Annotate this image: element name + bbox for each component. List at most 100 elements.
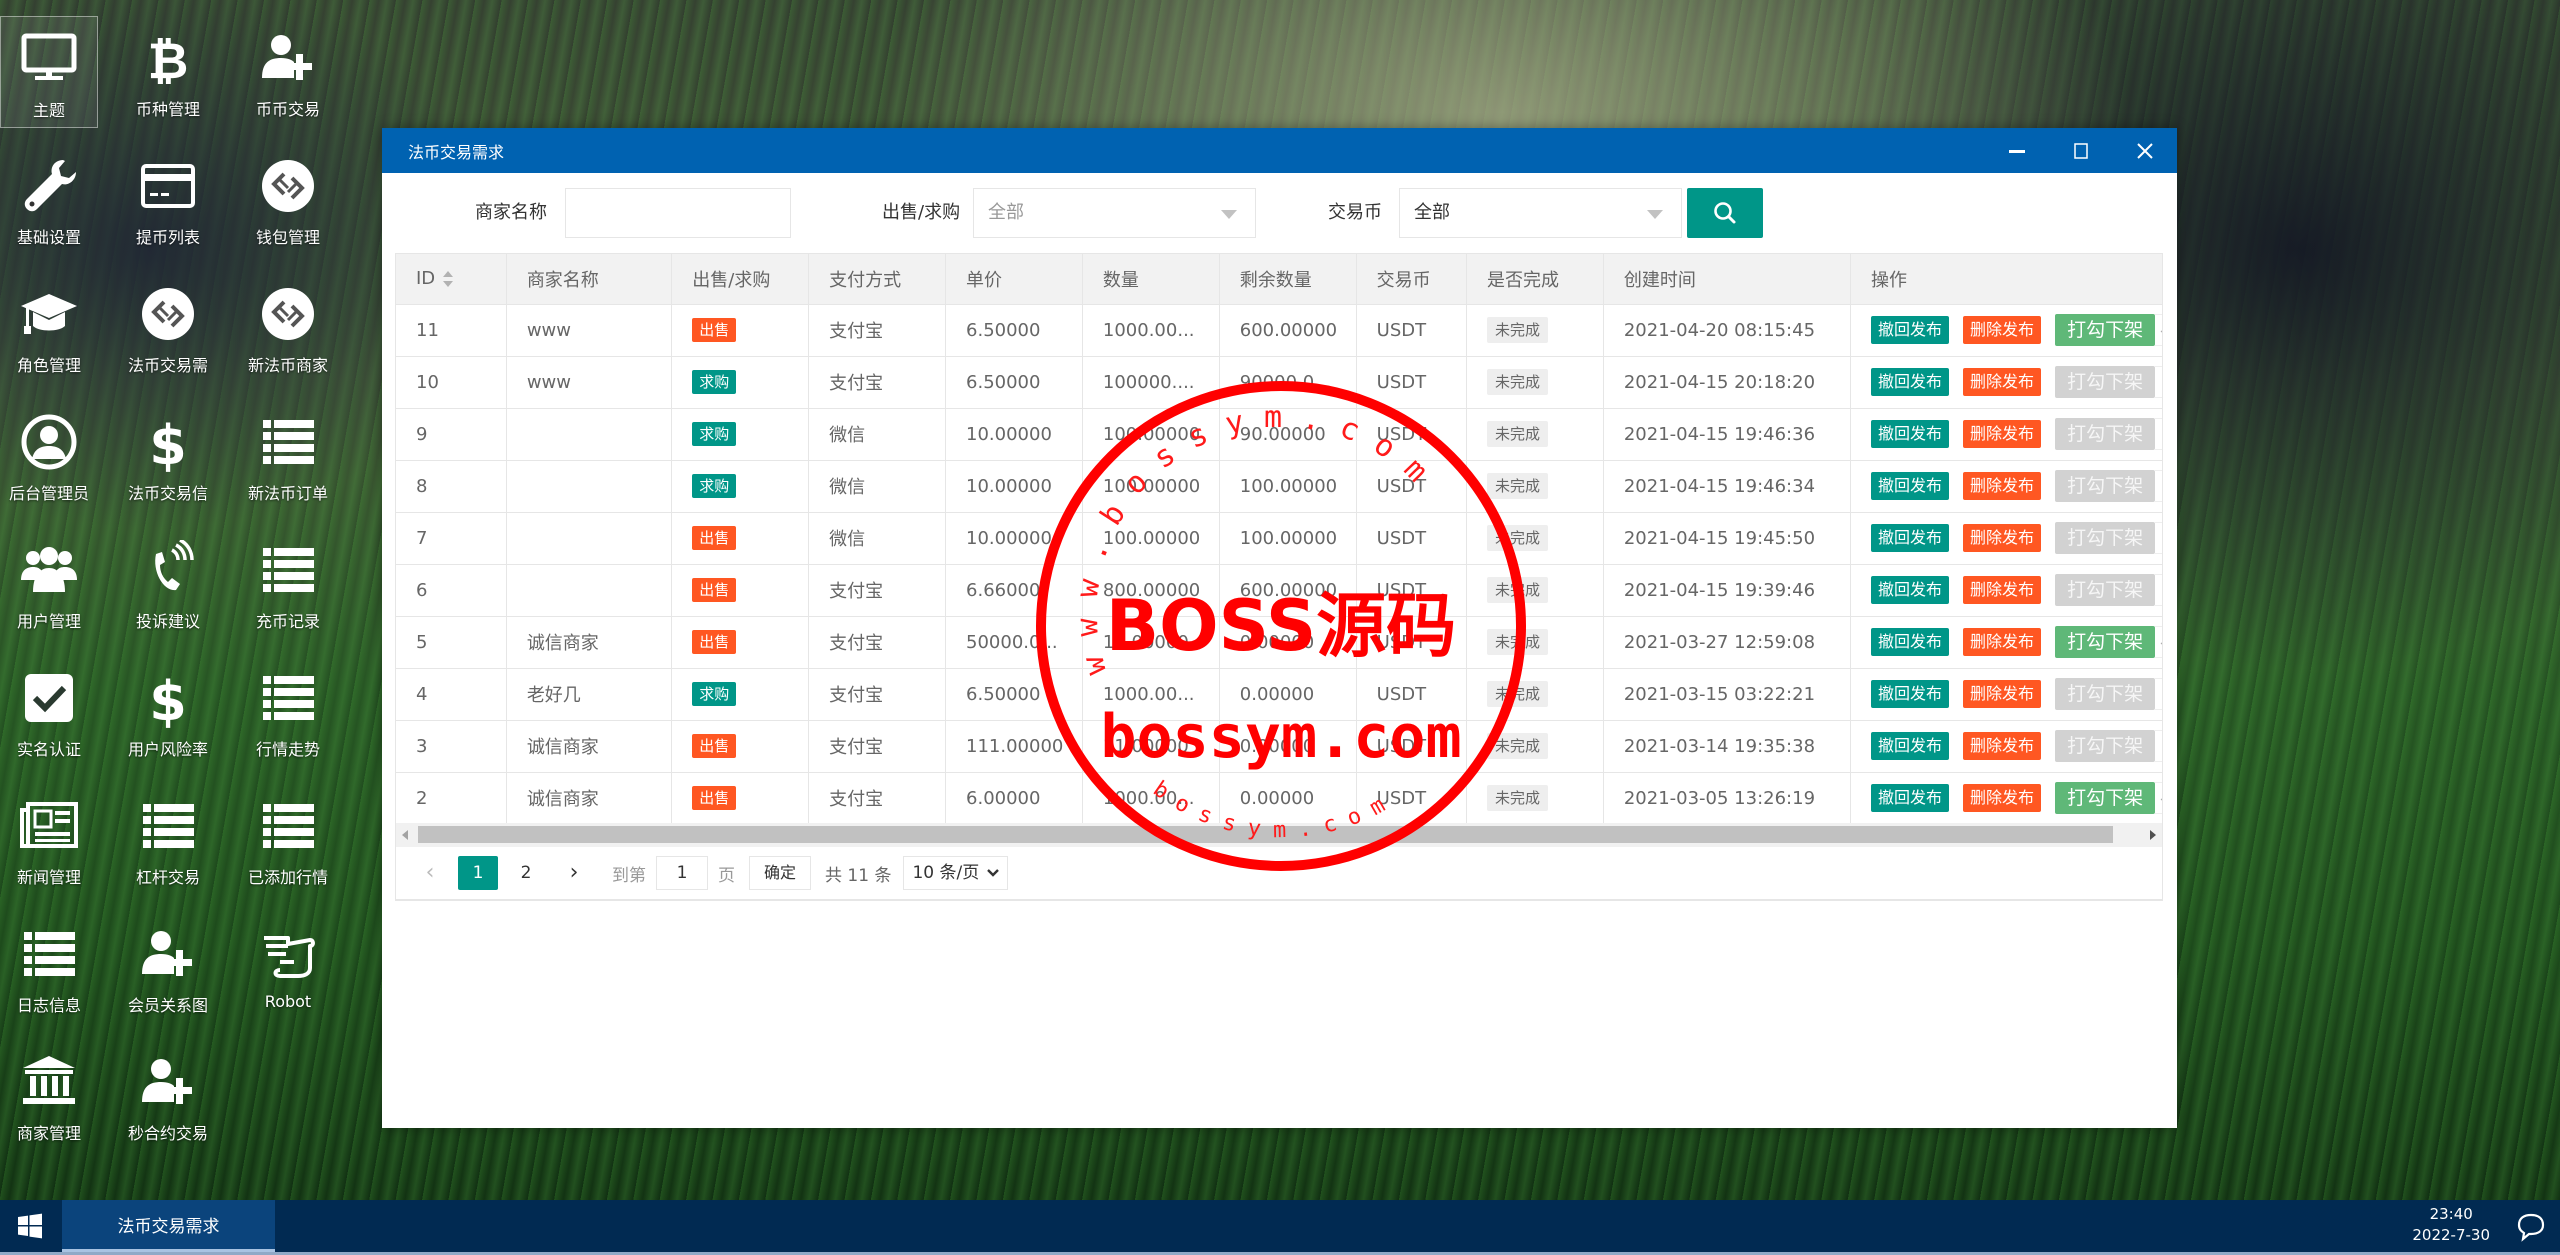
- desktop-icon-8[interactable]: 法币交易需: [119, 272, 217, 384]
- notification-icon[interactable]: [2514, 1210, 2548, 1244]
- desktop-icon-16[interactable]: 实名认证: [0, 656, 98, 768]
- desktop-icon-21[interactable]: 已添加行情: [239, 784, 337, 896]
- scroll-right-icon[interactable]: [2150, 830, 2156, 840]
- maximize-button[interactable]: [2049, 128, 2113, 173]
- withdraw-publish-button[interactable]: 撤回发布: [1871, 732, 1950, 760]
- withdraw-publish-button[interactable]: 撤回发布: [1871, 628, 1950, 656]
- desktop-icon-2[interactable]: ₿ 币种管理: [119, 16, 217, 128]
- desktop-icon-22[interactable]: 日志信息: [0, 912, 98, 1024]
- bank-icon: [17, 1050, 81, 1114]
- system-clock[interactable]: 23:40 2022-7-30: [2412, 1204, 2490, 1246]
- created-time: 2021-03-14 19:35:38: [1623, 735, 1816, 757]
- goto-page-input[interactable]: 1: [656, 856, 708, 890]
- window-titlebar[interactable]: 法币交易需求: [382, 128, 2177, 173]
- search-button[interactable]: [1687, 188, 1763, 238]
- table-row[interactable]: 10 www 求购 支付宝 6.50000 100000.... 90000.0... USD…: [396, 356, 2162, 409]
- delete-publish-button[interactable]: 删除发布: [1963, 680, 2042, 708]
- desktop-icon-3[interactable]: 币币交易: [239, 16, 337, 128]
- chevron-down-icon[interactable]: [2155, 418, 2162, 450]
- sort-icon[interactable]: [443, 271, 454, 288]
- taskbar-item-fiat-trade-demand[interactable]: 法币交易需求: [62, 1200, 275, 1252]
- prev-page-button[interactable]: ‹: [410, 856, 450, 890]
- delete-publish-button[interactable]: 删除发布: [1963, 628, 2042, 656]
- page-2-button[interactable]: 2: [506, 856, 546, 890]
- desktop-icon-23[interactable]: 会员关系图: [119, 912, 217, 1024]
- delete-publish-button[interactable]: 删除发布: [1963, 316, 2042, 344]
- payment-method: 支付宝: [829, 633, 884, 654]
- minimize-button[interactable]: [1985, 128, 2049, 173]
- chevron-down-icon[interactable]: [2155, 730, 2162, 762]
- chevron-down-icon[interactable]: [2155, 366, 2162, 398]
- chevron-down-icon[interactable]: ⌄: [2155, 626, 2162, 658]
- column-header[interactable]: ID: [396, 254, 507, 305]
- table-row[interactable]: 5 诚信商家 出售 支付宝 50000.0... 18.00000 0.00000 USDT 未…: [396, 616, 2162, 669]
- page-1-button[interactable]: 1: [458, 856, 498, 890]
- withdraw-publish-button[interactable]: 撤回发布: [1871, 576, 1950, 604]
- delete-publish-button[interactable]: 删除发布: [1963, 784, 2042, 812]
- table-row[interactable]: 2 诚信商家 出售 支付宝 6.00000 1000.00... 0.00000 USDT 未完…: [396, 772, 2162, 825]
- start-button[interactable]: [0, 1200, 60, 1252]
- withdraw-publish-button[interactable]: 撤回发布: [1871, 784, 1950, 812]
- delete-publish-button[interactable]: 删除发布: [1963, 524, 2042, 552]
- desktop-icon-10[interactable]: 后台管理员: [0, 400, 98, 512]
- withdraw-publish-button[interactable]: 撤回发布: [1871, 524, 1950, 552]
- delete-publish-button[interactable]: 删除发布: [1963, 420, 2042, 448]
- desktop-icon-11[interactable]: $ 法币交易信: [119, 400, 217, 512]
- next-page-button[interactable]: ›: [554, 856, 594, 890]
- desktop-icon-26[interactable]: 秒合约交易: [119, 1040, 217, 1152]
- delete-publish-button[interactable]: 删除发布: [1963, 732, 2042, 760]
- desktop-icon-7[interactable]: 角色管理: [0, 272, 98, 384]
- desktop-icon-18[interactable]: 行情走势: [239, 656, 337, 768]
- delist-button[interactable]: 打勾下架: [2055, 314, 2156, 346]
- desktop-icon-12[interactable]: 新法币订单: [239, 400, 337, 512]
- scrollbar-thumb[interactable]: [418, 826, 2113, 843]
- delist-button[interactable]: 打勾下架: [2055, 626, 2156, 658]
- desktop-icon-15[interactable]: 充币记录: [239, 528, 337, 640]
- scroll-left-icon[interactable]: [402, 830, 408, 840]
- chevron-down-icon[interactable]: ⌄: [2155, 782, 2162, 814]
- delete-publish-button[interactable]: 删除发布: [1963, 472, 2042, 500]
- desktop-icon-1[interactable]: 主题: [0, 16, 98, 128]
- withdraw-publish-button[interactable]: 撤回发布: [1871, 368, 1950, 396]
- chevron-down-icon[interactable]: ⌄: [2155, 314, 2162, 346]
- desktop-icon-13[interactable]: 用户管理: [0, 528, 98, 640]
- table-row[interactable]: 6 出售 支付宝 6.66000 800.00000 600.00000 USDT 未完成 20…: [396, 564, 2162, 617]
- close-button[interactable]: [2113, 128, 2177, 173]
- withdraw-publish-button[interactable]: 撤回发布: [1871, 420, 1950, 448]
- table-row[interactable]: 7 出售 微信 10.00000 100.00000 100.00000 USDT 未完成 20…: [396, 512, 2162, 565]
- goto-confirm-button[interactable]: 确定: [749, 856, 812, 890]
- desktop-icon-17[interactable]: $ 用户风险率: [119, 656, 217, 768]
- desktop-icon-19[interactable]: 新闻管理: [0, 784, 98, 896]
- trade-type-select[interactable]: 全部: [973, 188, 1256, 238]
- desktop-icon-14[interactable]: 投诉建议: [119, 528, 217, 640]
- desktop-icon-9[interactable]: 新法币商家: [239, 272, 337, 384]
- delist-button[interactable]: 打勾下架: [2055, 782, 2156, 814]
- page-size-select[interactable]: 10 条/页: [903, 856, 1009, 890]
- horizontal-scrollbar[interactable]: [395, 823, 2163, 847]
- table-row[interactable]: 4 老好几 求购 支付宝 6.50000 1000.00... 0.00000 USDT 未完成…: [396, 668, 2162, 721]
- desktop-icon-24[interactable]: Robot: [239, 912, 337, 1024]
- desktop-icon-25[interactable]: 商家管理: [0, 1040, 98, 1152]
- table-row[interactable]: 8 求购 微信 10.00000 100.00000 100.00000 USDT 未完成 20…: [396, 460, 2162, 513]
- merchant-name: www: [526, 319, 571, 341]
- desktop-icon-6[interactable]: 钱包管理: [239, 144, 337, 256]
- desktop-icon-4[interactable]: 基础设置: [0, 144, 98, 256]
- trade-coin-select[interactable]: 全部: [1399, 188, 1682, 238]
- delete-publish-button[interactable]: 删除发布: [1963, 576, 2042, 604]
- withdraw-publish-button[interactable]: 撤回发布: [1871, 680, 1950, 708]
- desktop-icon-5[interactable]: 提币列表: [119, 144, 217, 256]
- table-row[interactable]: 11 www 出售 支付宝 6.50000 1000.00... 600.00000 USDT…: [396, 304, 2162, 357]
- delete-publish-button[interactable]: 删除发布: [1963, 368, 2042, 396]
- data-table: ID 商家名称 出售/求购 支付方式 单价 数量 剩余数量 交易币 是否完成 创建时间 操作 11 w…: [395, 253, 2163, 901]
- id-cell: 5: [396, 616, 507, 669]
- merchant-name-input[interactable]: [565, 188, 791, 238]
- desktop-icon-20[interactable]: 杠杆交易: [119, 784, 217, 896]
- table-row[interactable]: 3 诚信商家 出售 支付宝 111.00000 11.00000 0.00000 USDT 未完…: [396, 720, 2162, 773]
- table-row[interactable]: 9 求购 微信 10.00000 100.00000 90.00000 USDT 未完成 202…: [396, 408, 2162, 461]
- chevron-down-icon[interactable]: [2155, 574, 2162, 606]
- chevron-down-icon[interactable]: [2155, 678, 2162, 710]
- withdraw-publish-button[interactable]: 撤回发布: [1871, 472, 1950, 500]
- chevron-down-icon[interactable]: [2155, 470, 2162, 502]
- chevron-down-icon[interactable]: [2155, 522, 2162, 554]
- withdraw-publish-button[interactable]: 撤回发布: [1871, 316, 1950, 344]
